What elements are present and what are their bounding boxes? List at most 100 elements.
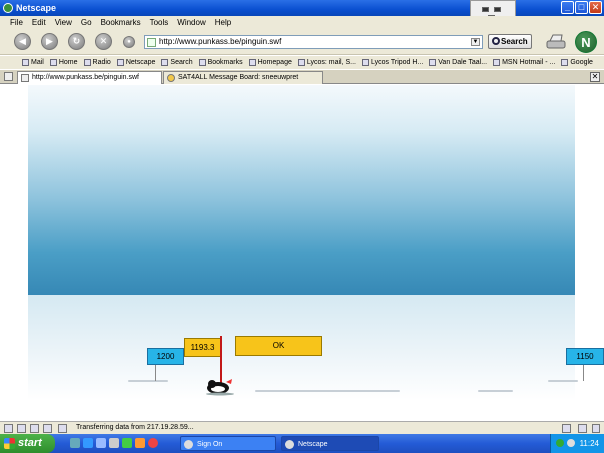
menu-tools[interactable]: Tools xyxy=(150,18,169,27)
netscape-icon xyxy=(116,59,124,66)
tray-icon[interactable] xyxy=(556,439,564,447)
chat-icon[interactable] xyxy=(43,424,52,433)
bookmark-homepage[interactable]: Homepage xyxy=(248,59,292,66)
window-title: Netscape xyxy=(16,3,57,13)
quicklaunch-icon[interactable] xyxy=(122,438,132,448)
ok-button[interactable]: OK xyxy=(235,336,322,356)
page-icon xyxy=(21,74,29,82)
bookmark-radio[interactable]: Radio xyxy=(83,59,111,66)
menu-file[interactable]: File xyxy=(10,18,23,27)
quicklaunch-icon[interactable] xyxy=(109,438,119,448)
menu-view[interactable]: View xyxy=(55,18,72,27)
url-dropdown-icon[interactable]: ▼ xyxy=(471,38,480,46)
distance-sign-left: 1200 xyxy=(147,348,184,365)
bookmark-van-dale[interactable]: Van Dale Taal... xyxy=(429,59,487,66)
status-bar: Transferring data from 217.19.28.59... xyxy=(0,421,604,434)
bookmark-bookmarks[interactable]: Bookmarks xyxy=(198,59,243,66)
connection-icon xyxy=(562,424,571,433)
link-icon xyxy=(429,59,437,66)
tab-message-board[interactable]: SAT4ALL Message Board: sneeuwpret xyxy=(163,71,323,84)
url-text: http://www.punkass.be/pinguin.swf xyxy=(159,37,282,46)
resize-grip-icon xyxy=(592,424,600,433)
link-icon xyxy=(493,59,501,66)
menu-bookmarks[interactable]: Bookmarks xyxy=(101,18,141,27)
close-tab-button[interactable]: ✕ xyxy=(590,72,600,82)
new-tab-icon[interactable] xyxy=(4,72,13,81)
bookmarks-icon xyxy=(198,59,206,66)
tab-label: http://www.punkass.be/pinguin.swf xyxy=(32,74,140,81)
forward-icon[interactable]: ▶ xyxy=(41,33,58,50)
window-controls: _ □ ✕ xyxy=(561,1,602,14)
sign-pole xyxy=(155,365,156,381)
link-icon xyxy=(362,59,370,66)
taskbar-item-sign-on[interactable]: Sign On xyxy=(180,436,276,451)
aim-icon xyxy=(184,440,193,449)
taskbar-item-netscape[interactable]: Netscape xyxy=(281,436,379,451)
netscape-app-icon xyxy=(3,3,13,13)
search-icon xyxy=(492,37,500,45)
page-icon xyxy=(147,38,156,47)
security-lock-icon[interactable] xyxy=(578,424,587,433)
distance-result: 1193.3 xyxy=(184,338,221,357)
mail-icon[interactable] xyxy=(17,424,26,433)
quicklaunch-icon[interactable] xyxy=(148,438,158,448)
message-icon xyxy=(167,74,175,82)
menu-go[interactable]: Go xyxy=(81,18,92,27)
netscape-icon xyxy=(285,440,294,449)
link-icon xyxy=(297,59,305,66)
penguin-icon xyxy=(206,379,234,396)
start-button[interactable]: start xyxy=(0,434,55,453)
bookmark-mail[interactable]: Mail xyxy=(22,59,44,66)
composer-icon[interactable] xyxy=(30,424,39,433)
quicklaunch-icon[interactable] xyxy=(96,438,106,448)
sign-pole xyxy=(583,365,584,381)
bookmark-lycos-tripod[interactable]: Lycos Tripod H... xyxy=(362,59,423,66)
search-button-label: Search xyxy=(501,37,528,46)
quicklaunch-icon[interactable] xyxy=(135,438,145,448)
minimize-button[interactable]: _ xyxy=(561,1,574,14)
snow-track xyxy=(255,390,400,392)
tab-label: SAT4ALL Message Board: sneeuwpret xyxy=(178,74,299,81)
search-button[interactable]: Search xyxy=(488,34,532,49)
mail-icon xyxy=(22,59,29,66)
search-icon xyxy=(161,59,169,66)
snow-shadow xyxy=(548,380,578,382)
menu-bar: File Edit View Go Bookmarks Tools Window… xyxy=(0,16,604,29)
game-sky xyxy=(28,85,575,295)
close-button[interactable]: ✕ xyxy=(589,1,602,14)
home-icon[interactable]: ● xyxy=(123,36,135,48)
bookmark-google[interactable]: Google xyxy=(561,59,593,66)
print-icon[interactable] xyxy=(545,33,567,51)
menu-window[interactable]: Window xyxy=(177,18,205,27)
system-tray: 11:24 xyxy=(550,434,604,453)
tab-pinguin[interactable]: http://www.punkass.be/pinguin.swf xyxy=(17,71,162,84)
reload-icon[interactable]: ↻ xyxy=(68,33,85,50)
quicklaunch-icon[interactable] xyxy=(70,438,80,448)
taskbar: start Sign On Netscape 11:24 xyxy=(0,434,604,453)
home-icon xyxy=(49,59,57,66)
address-book-icon[interactable] xyxy=(58,424,67,433)
clock: 11:24 xyxy=(579,439,599,448)
personal-toolbar: Mail Home Radio Netscape Search Bookmark… xyxy=(0,56,604,69)
navigation-toolbar: ◀ ▶ ↻ ✕ ● http://www.punkass.be/pinguin.… xyxy=(0,29,604,55)
maximize-button[interactable]: □ xyxy=(575,1,588,14)
tray-icon[interactable] xyxy=(567,439,575,447)
bookmark-lycos-mail[interactable]: Lycos: mail, S... xyxy=(297,59,356,66)
navigator-icon[interactable] xyxy=(4,424,13,433)
bookmark-msn-hotmail[interactable]: MSN Hotmail - ... xyxy=(493,59,555,66)
bookmark-search[interactable]: Search xyxy=(161,59,193,66)
status-text: Transferring data from 217.19.28.59... xyxy=(76,424,194,431)
distance-sign-right: 1150 xyxy=(566,348,604,365)
flash-game-area[interactable]: 1200 1150 1193.3 OK xyxy=(0,85,604,421)
quicklaunch-icon[interactable] xyxy=(83,438,93,448)
menu-help[interactable]: Help xyxy=(215,18,231,27)
menu-edit[interactable]: Edit xyxy=(32,18,46,27)
stop-icon[interactable]: ✕ xyxy=(95,33,112,50)
tab-bar: http://www.punkass.be/pinguin.swf SAT4AL… xyxy=(0,70,604,84)
netscape-logo[interactable]: N xyxy=(575,31,597,53)
url-field[interactable]: http://www.punkass.be/pinguin.swf ▼ xyxy=(144,35,483,49)
bookmark-home[interactable]: Home xyxy=(49,59,78,66)
bookmark-netscape[interactable]: Netscape xyxy=(116,59,155,66)
back-icon[interactable]: ◀ xyxy=(14,33,31,50)
link-icon xyxy=(248,59,256,66)
